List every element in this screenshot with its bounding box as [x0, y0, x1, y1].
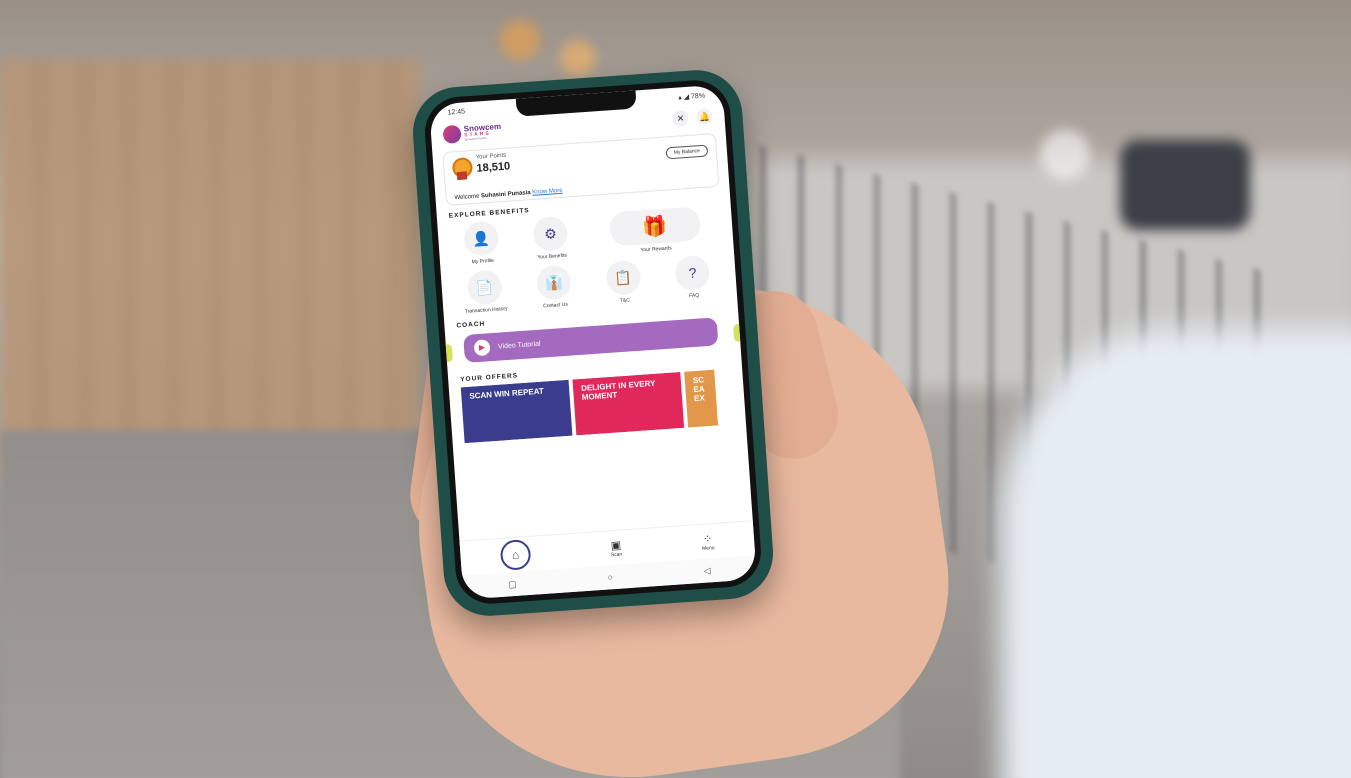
- tile-contact-us[interactable]: 👔 Contact Us: [520, 263, 588, 310]
- tile-transaction-history[interactable]: 📄 Transaction History: [451, 268, 519, 315]
- recent-apps-icon[interactable]: ▢: [508, 578, 517, 590]
- benefits-grid: 👤 My Profile ⚙ Your Benefits 🎁 Your Rewa…: [437, 204, 737, 316]
- tile-your-benefits[interactable]: ⚙ Your Benefits: [517, 214, 585, 261]
- tile-your-rewards[interactable]: 🎁 Your Rewards: [586, 205, 724, 257]
- tile-faq[interactable]: ? FAQ: [659, 254, 727, 301]
- scan-icon: ▣: [610, 539, 622, 552]
- status-indicators: ▴ ◢ 78%: [678, 92, 706, 102]
- menu-grid-icon: ⁘: [702, 532, 713, 546]
- back-triangle-icon[interactable]: ◁: [703, 565, 711, 576]
- smartphone: 12:45 ▴ ◢ 78% Snowcem STARS Snowcem Pain…: [409, 67, 777, 619]
- tile-terms[interactable]: 📋 T&C: [589, 258, 657, 305]
- bokeh-light: [1040, 130, 1090, 180]
- logo-mark-icon: [442, 124, 462, 144]
- document-check-icon: 📄: [466, 269, 503, 306]
- background-fence: [0, 60, 420, 480]
- phone-bezel: 12:45 ▴ ◢ 78% Snowcem STARS Snowcem Pain…: [422, 77, 764, 607]
- home-circle-icon[interactable]: ○: [607, 572, 613, 582]
- user-name: Suhasini Punasia: [480, 189, 531, 200]
- logo-byline: Snowcem Paints: [464, 135, 487, 142]
- home-icon[interactable]: ⌂: [499, 538, 532, 571]
- points-label: Your Points: [475, 152, 507, 161]
- my-balance-button[interactable]: My Balance: [665, 144, 709, 160]
- background-car: [1120, 140, 1250, 230]
- support-agent-icon: 👔: [535, 264, 573, 301]
- know-more-link[interactable]: Know More: [532, 188, 563, 196]
- nav-scan[interactable]: ▣ Scan: [610, 538, 622, 558]
- status-time: 12:45: [447, 108, 466, 117]
- offer-card[interactable]: SCAN WIN REPEAT: [460, 379, 573, 444]
- user-icon: 👤: [463, 220, 500, 257]
- carousel-prev-handle[interactable]: [441, 343, 453, 363]
- nav-menu[interactable]: ⁘ Menu: [701, 532, 715, 552]
- app-logo: Snowcem STARS Snowcem Paints: [442, 122, 501, 144]
- benefits-icon: ⚙: [532, 215, 569, 252]
- person-sleeve: [1000, 330, 1351, 778]
- notification-bell-icon[interactable]: 🔔: [695, 108, 714, 126]
- medal-ribbon-icon: [456, 171, 468, 181]
- points-value: 18,510: [476, 160, 511, 175]
- offer-card[interactable]: DELIGHT IN EVERY MOMENT: [572, 371, 685, 436]
- photo-background: 12:45 ▴ ◢ 78% Snowcem STARS Snowcem Pain…: [0, 0, 1351, 778]
- tile-my-profile[interactable]: 👤 My Profile: [447, 219, 515, 266]
- bokeh-light: [500, 20, 540, 60]
- play-icon: ▶: [473, 339, 491, 357]
- terms-icon: 📋: [605, 259, 642, 296]
- translate-icon[interactable]: ✕: [672, 109, 690, 127]
- offer-card[interactable]: SC EA EX: [684, 369, 719, 428]
- carousel-next-handle[interactable]: [733, 323, 745, 343]
- phone-screen: 12:45 ▴ ◢ 78% Snowcem STARS Snowcem Pain…: [428, 84, 757, 600]
- bokeh-light: [560, 40, 596, 76]
- gift-icon: 🎁: [608, 206, 701, 247]
- faq-icon: ?: [674, 254, 711, 292]
- welcome-text: Welcome Suhasini Punasia Know More: [454, 187, 563, 202]
